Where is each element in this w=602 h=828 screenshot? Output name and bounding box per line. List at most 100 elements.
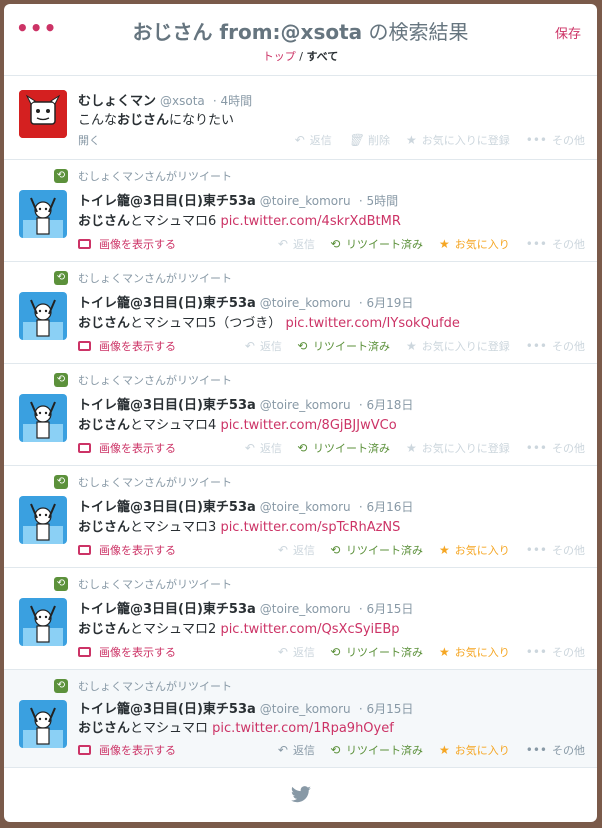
more-button[interactable]: ••• その他 — [526, 236, 585, 252]
screen-name[interactable]: @toire_komoru — [260, 194, 351, 208]
image-icon — [78, 443, 91, 453]
show-media-link[interactable]: 画像を表示する — [78, 742, 176, 758]
image-icon — [78, 647, 91, 657]
user-name[interactable]: トイレ籠@3日目(日)東チ53a — [78, 500, 256, 515]
more-button[interactable]: ••• その他 — [526, 542, 585, 558]
avatar[interactable] — [19, 292, 67, 340]
screen-name[interactable]: @toire_komoru — [260, 296, 351, 310]
show-media-link[interactable]: 画像を表示する — [78, 542, 176, 558]
save-button[interactable]: 保存 — [555, 23, 581, 42]
search-results-panel: ••• おじさん from:@xsota の検索結果 保存 トップ / すべて … — [4, 4, 597, 822]
tweet-item[interactable]: ⟲ むしょくマンさんがリツイート トイレ籠@3日目(日)東チ53a @toire_k… — [4, 568, 597, 670]
more-button[interactable]: ••• その他 — [526, 338, 585, 354]
avatar[interactable] — [19, 190, 67, 238]
retweet-button[interactable]: ⟲ リツイート済み — [298, 338, 390, 354]
show-media-link[interactable]: 画像を表示する — [78, 236, 176, 252]
tweet-time[interactable]: · 6月15日 — [359, 602, 414, 616]
pic-link[interactable]: pic.twitter.com/spTcRhAzNS — [220, 520, 400, 535]
expand-link[interactable]: 開く — [78, 132, 100, 148]
reply-label: 返信 — [292, 238, 315, 251]
delete-button[interactable]: 🗑 削除 — [348, 132, 390, 148]
reply-button[interactable]: ↶ 返信 — [295, 132, 332, 148]
more-button[interactable]: ••• その他 — [526, 742, 585, 758]
retweet-icon: ⟲ — [54, 373, 68, 387]
pic-link[interactable]: pic.twitter.com/1Rpa9hOyef — [212, 721, 394, 736]
crumb-top-link[interactable]: トップ — [263, 50, 296, 63]
favorite-button[interactable]: ★ お気に入りに登録 — [406, 440, 510, 456]
user-name[interactable]: トイレ籠@3日目(日)東チ53a — [78, 194, 256, 209]
retweet-button[interactable]: ⟲ リツイート済み — [331, 742, 423, 758]
retweeted-by-label[interactable]: むしょくマンさんがリツイート — [78, 270, 232, 286]
show-media-link[interactable]: 画像を表示する — [78, 644, 176, 660]
retweet-icon: ⟲ — [330, 543, 341, 557]
more-button[interactable]: ••• その他 — [526, 132, 585, 148]
reply-button[interactable]: ↶ 返信 — [278, 542, 315, 558]
user-name[interactable]: トイレ籠@3日目(日)東チ53a — [78, 398, 256, 413]
screen-name[interactable]: @toire_komoru — [260, 602, 351, 616]
more-button[interactable]: ••• その他 — [526, 644, 585, 660]
reply-button[interactable]: ↶ 返信 — [278, 644, 315, 660]
tweet-item[interactable]: ⟲ むしょくマンさんがリツイート トイレ籠@3日目(日)東チ53a @toire_k… — [4, 364, 597, 466]
more-label: その他 — [552, 646, 585, 659]
avatar[interactable] — [19, 394, 67, 442]
avatar[interactable] — [19, 700, 67, 748]
tweet-time[interactable]: · 5時間 — [359, 194, 398, 208]
tweet-item[interactable]: ⟲ むしょくマンさんがリツイート トイレ籠@3日目(日)東チ53a @toire_k… — [4, 262, 597, 364]
show-media-label: 画像を表示する — [99, 744, 176, 757]
twitter-bird-icon[interactable] — [290, 786, 312, 804]
screen-name[interactable]: @toire_komoru — [260, 500, 351, 514]
favorite-button[interactable]: ★ お気に入り — [439, 644, 510, 660]
retweet-button[interactable]: ⟲ リツイート済み — [331, 542, 423, 558]
avatar[interactable] — [19, 598, 67, 646]
tweet-text: こんなおじさんになりたい — [78, 109, 234, 128]
screen-name[interactable]: @xsota — [160, 94, 205, 108]
show-media-link[interactable]: 画像を表示する — [78, 338, 176, 354]
retweet-icon: ⟲ — [297, 339, 308, 353]
pic-link[interactable]: pic.twitter.com/8GjBJJwVCo — [220, 418, 396, 433]
more-button[interactable]: ••• その他 — [526, 440, 585, 456]
tweet-item[interactable]: むしょくマン @xsota · 4時間 こんなおじさんになりたい 開く ↶ 返信 🗑… — [4, 76, 597, 160]
star-icon: ★ — [406, 339, 417, 353]
reply-button[interactable]: ↶ 返信 — [245, 440, 282, 456]
tweet-item[interactable]: ⟲ むしょくマンさんがリツイート トイレ籠@3日目(日)東チ53a @toire_k… — [4, 466, 597, 568]
reply-button[interactable]: ↶ 返信 — [278, 236, 315, 252]
screen-name[interactable]: @toire_komoru — [260, 702, 351, 716]
retweeted-by-label[interactable]: むしょくマンさんがリツイート — [78, 576, 232, 592]
user-name[interactable]: むしょくマン — [78, 94, 156, 109]
retweet-button[interactable]: ⟲ リツイート済み — [331, 236, 423, 252]
tweet-time[interactable]: · 6月15日 — [359, 702, 414, 716]
reply-label: 返信 — [292, 544, 315, 557]
favorite-button[interactable]: ★ お気に入り — [439, 236, 510, 252]
retweeted-by-label[interactable]: むしょくマンさんがリツイート — [78, 168, 232, 184]
tweet-time[interactable]: · 6月18日 — [359, 398, 414, 412]
reply-button[interactable]: ↶ 返信 — [245, 338, 282, 354]
avatar[interactable] — [19, 90, 67, 138]
show-media-link[interactable]: 画像を表示する — [78, 440, 176, 456]
retweet-context: ⟲ むしょくマンさんがリツイート — [54, 168, 232, 184]
favorite-button[interactable]: ★ お気に入りに登録 — [406, 338, 510, 354]
tweet-time[interactable]: · 6月19日 — [359, 296, 414, 310]
tweet-text-part: とマシュマロ5（つづき） — [130, 316, 282, 331]
user-name[interactable]: トイレ籠@3日目(日)東チ53a — [78, 602, 256, 617]
retweet-button[interactable]: ⟲ リツイート済み — [298, 440, 390, 456]
user-name[interactable]: トイレ籠@3日目(日)東チ53a — [78, 702, 256, 717]
retweeted-by-label[interactable]: むしょくマンさんがリツイート — [78, 474, 232, 490]
retweet-button[interactable]: ⟲ リツイート済み — [331, 644, 423, 660]
pic-link[interactable]: pic.twitter.com/QsXcSyiEBp — [220, 622, 399, 637]
reply-label: 返信 — [259, 340, 282, 353]
pic-link[interactable]: pic.twitter.com/IYsokQufde — [285, 316, 459, 331]
user-name[interactable]: トイレ籠@3日目(日)東チ53a — [78, 296, 256, 311]
avatar[interactable] — [19, 496, 67, 544]
screen-name[interactable]: @toire_komoru — [260, 398, 351, 412]
tweet-time[interactable]: · 4時間 — [213, 94, 252, 108]
tweet-item[interactable]: ⟲ むしょくマンさんがリツイート トイレ籠@3日目(日)東チ53a @toire_k… — [4, 160, 597, 262]
reply-button[interactable]: ↶ 返信 — [278, 742, 315, 758]
favorite-button[interactable]: ★ お気に入り — [439, 742, 510, 758]
tweet-item[interactable]: ⟲ むしょくマンさんがリツイート トイレ籠@3日目(日)東チ53a @toire_k… — [4, 670, 597, 768]
favorite-button[interactable]: ★ お気に入りに登録 — [406, 132, 510, 148]
retweeted-by-label[interactable]: むしょくマンさんがリツイート — [78, 372, 232, 388]
pic-link[interactable]: pic.twitter.com/4skrXdBtMR — [220, 214, 400, 229]
retweeted-by-label[interactable]: むしょくマンさんがリツイート — [78, 678, 232, 694]
tweet-time[interactable]: · 6月16日 — [359, 500, 414, 514]
favorite-button[interactable]: ★ お気に入り — [439, 542, 510, 558]
